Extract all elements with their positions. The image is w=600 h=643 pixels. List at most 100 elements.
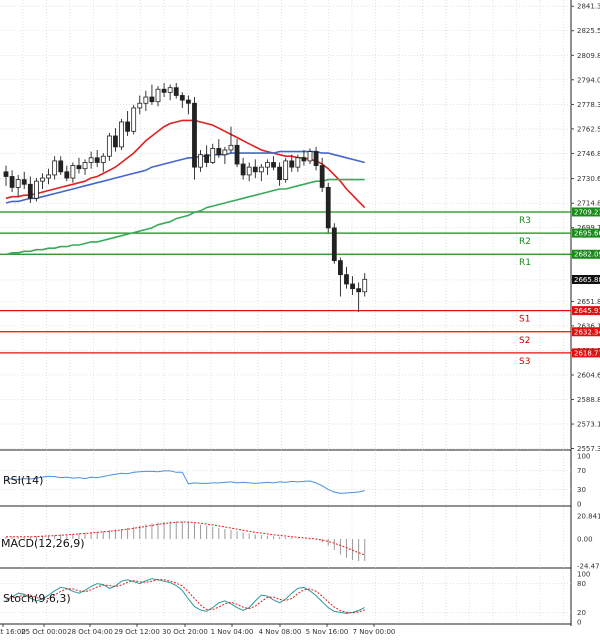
candle-body	[119, 121, 124, 148]
candle-body	[337, 260, 343, 276]
macd-tick-label: -24.476	[577, 563, 600, 571]
candle-body	[265, 162, 270, 168]
price-tick-label: 2651.85	[577, 298, 600, 306]
candle-body	[167, 87, 173, 93]
candle-body	[52, 160, 58, 176]
candle-body	[113, 135, 118, 148]
candle-body	[173, 87, 179, 96]
time-tick-label: 7 Nov 00:00	[353, 628, 396, 636]
candle-body	[100, 155, 106, 163]
pivot-price-tag-label: 2695.66	[574, 230, 600, 238]
price-tick-label: 2762.55	[577, 125, 600, 133]
trading-chart[interactable]: 2841.30 2825.55 2809.80 2794.05 2778.30 2762.…	[0, 0, 600, 639]
pivot-label-s3: S3	[519, 357, 530, 367]
candle-body	[82, 162, 88, 170]
candle-body	[344, 274, 349, 285]
pivot-price-tag-label: 2709.23	[574, 208, 600, 216]
rsi-tick-label: 70	[577, 467, 586, 475]
candle-body	[40, 177, 45, 182]
candle-body	[289, 160, 295, 168]
time-tick-label: 28 Oct 04:00	[67, 628, 113, 636]
stoch-tick-label: 0	[577, 619, 581, 627]
macd-tick-label: 20.841	[577, 513, 600, 521]
candle-body	[313, 151, 319, 166]
macd-label: MACD(12,26,9)	[1, 537, 85, 550]
candle-body	[246, 166, 252, 176]
macd-tick-label: 0.00	[577, 535, 593, 543]
candle-body	[64, 171, 70, 179]
pivot-price-tag-label: 2645.91	[574, 307, 600, 315]
chart-canvas[interactable]: 2841.30 2825.55 2809.80 2794.05 2778.30 2762.…	[0, 0, 600, 639]
plot-background	[0, 0, 571, 639]
candle-body	[15, 179, 21, 188]
rsi-label: RSI(14)	[3, 474, 43, 487]
candle-body	[58, 160, 64, 173]
candle-body	[234, 144, 240, 165]
candle-body	[9, 176, 15, 188]
candle-body	[70, 165, 76, 179]
candle-body	[216, 148, 222, 156]
candle-body	[283, 160, 289, 181]
candle-body	[295, 157, 301, 168]
stoch-tick-label: 100	[577, 571, 590, 579]
price-tick-label: 2714.85	[577, 200, 600, 208]
pivot-label-r2: R2	[519, 237, 531, 247]
rsi-tick-label: 0	[577, 501, 581, 509]
price-tick-label: 2841.30	[577, 3, 600, 11]
candle-body	[94, 157, 100, 163]
time-tick-label: 25 Oct 00:00	[21, 628, 67, 636]
candle-body	[222, 149, 228, 156]
pivot-label-r1: R1	[519, 258, 531, 268]
candle-body	[192, 102, 197, 168]
candle-body	[106, 135, 112, 157]
price-tick-label: 2730.60	[577, 175, 600, 183]
time-tick-label: 30 Oct 20:00	[162, 628, 208, 636]
candle-body	[46, 174, 51, 179]
pivot-price-tag-label: 2618.77	[574, 349, 600, 357]
candle-body	[258, 166, 264, 173]
price-tick-label: 2588.85	[577, 396, 600, 404]
stoch-label: Stoch(9,6,3)	[3, 592, 71, 605]
candle-body	[185, 99, 191, 104]
candle-body	[143, 96, 149, 104]
candle-body	[179, 95, 185, 101]
time-tick-label: 29 Oct 12:00	[114, 628, 160, 636]
pivot-price-tag-label: 2682.09	[574, 251, 600, 259]
candle-body	[21, 179, 27, 185]
rsi-tick-label: 30	[577, 486, 586, 494]
candle-body	[198, 154, 203, 168]
price-tick-label: 2809.80	[577, 52, 600, 60]
price-tick-label: 2573.10	[577, 421, 600, 429]
candle-body	[131, 107, 137, 132]
candle-body	[76, 165, 82, 170]
pivot-label-r3: R3	[519, 216, 531, 226]
time-tick-label: 5 Nov 16:00	[306, 628, 349, 636]
candle-body	[331, 227, 337, 262]
price-tick-label: 2778.30	[577, 101, 600, 109]
candle-body	[228, 144, 234, 151]
candle-body	[125, 121, 130, 132]
pivot-label-s1: S1	[519, 315, 530, 325]
candle-body	[252, 166, 258, 173]
candle-body	[356, 288, 362, 293]
price-tick-label: 2746.80	[577, 150, 600, 158]
stoch-tick-label: 20	[577, 609, 586, 617]
rsi-tick-label: 100	[577, 453, 590, 461]
candle-body	[149, 96, 155, 103]
candle-body	[27, 183, 33, 199]
candle-body	[161, 88, 167, 93]
candle-body	[204, 154, 210, 163]
price-tick-label: 2794.05	[577, 76, 600, 84]
candle-body	[155, 88, 161, 103]
last-price-label: 2665.88	[574, 276, 600, 284]
time-tick-label: 4 Nov 08:00	[259, 628, 302, 636]
candle-body	[88, 157, 94, 163]
candle-body	[301, 157, 307, 162]
candle-body	[362, 278, 368, 293]
candle-body	[325, 186, 331, 229]
candle-body	[350, 283, 355, 290]
pivot-price-tag-label: 2632.34	[574, 328, 600, 336]
price-tick-label: 2825.55	[577, 27, 600, 35]
candle-body	[137, 102, 143, 109]
candle-body	[34, 180, 39, 199]
